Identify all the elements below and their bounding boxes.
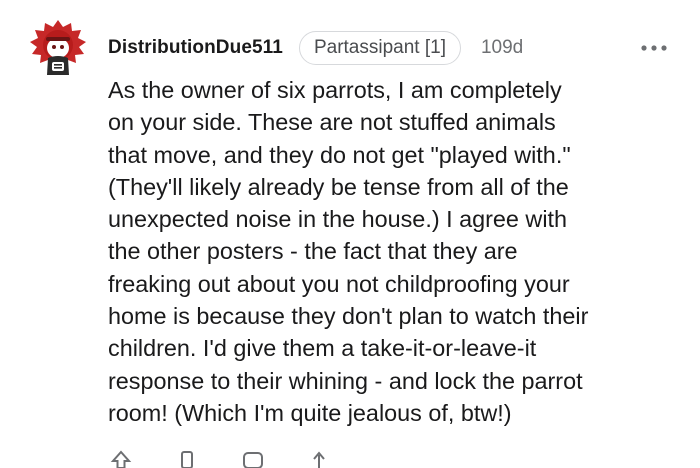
comment-body-line: the other posters - the fact that they a… [108,238,518,265]
comment-body-line: room! (Which I'm quite jealous of, btw!) [108,399,512,426]
avatar[interactable] [28,18,88,78]
comment-body-line: children. I'd give them a take-it-or-lea… [108,335,537,362]
share-icon[interactable] [306,448,332,468]
comment: DistributionDue511 Partassipant [1] 109d… [0,0,700,468]
user-flair: Partassipant [1] [298,31,461,65]
comment-age: 109d [480,37,524,58]
comment-body-line: unexpected noise in the house.) I agree … [108,206,568,233]
comment-body-line: that move, and they do not get "played w… [108,141,571,168]
more-options-button[interactable] [636,38,672,58]
comment-body: As the owner of six parrots, I am comple… [108,74,688,429]
comment-body-line: response to their whining - and lock the… [108,367,583,394]
comment-body-line: freaking out about you not childproofing… [108,270,570,297]
comment-body-line: As the owner of six parrots, I am comple… [108,77,562,103]
comment-body-line: home is because they don't plan to watch… [108,303,589,330]
username[interactable]: DistributionDue511 [108,37,283,59]
more-dots-icon [641,45,667,51]
comment-header: DistributionDue511 Partassipant [1] 109d [108,30,523,66]
reply-icon[interactable] [240,448,266,468]
award-icon[interactable] [174,448,200,468]
comment-body-line: (They'll likely already be tense from al… [108,173,569,200]
upvote-icon[interactable] [108,448,134,468]
comment-body-line: on your side. These are not stuffed anim… [108,109,556,136]
comment-actions [108,448,372,468]
